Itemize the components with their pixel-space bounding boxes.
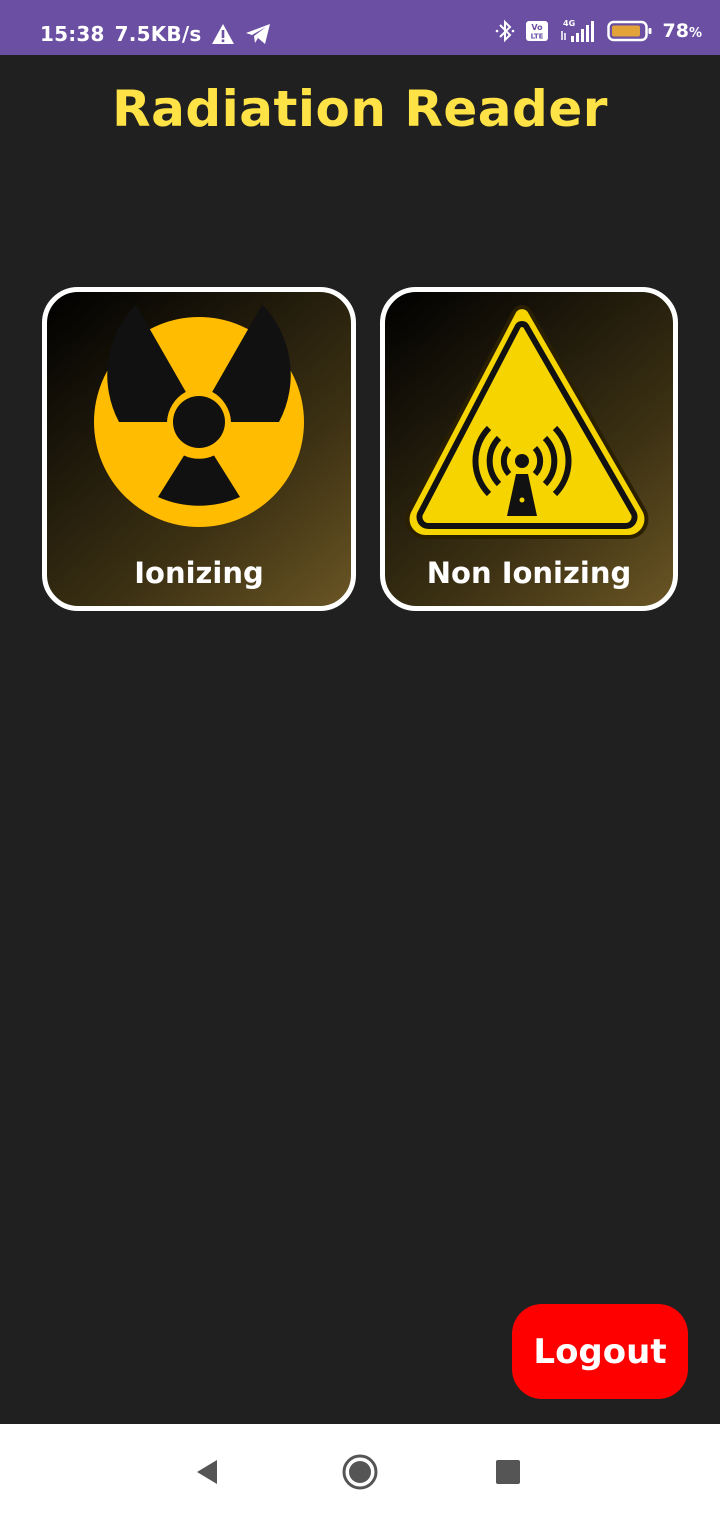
signal-icon: 4G [559, 18, 597, 44]
battery-icon [606, 19, 653, 43]
svg-text:LTE: LTE [530, 33, 543, 41]
navigation-bar [0, 1424, 720, 1520]
home-icon[interactable] [320, 1424, 400, 1520]
ionizing-label: Ionizing [134, 556, 264, 590]
ionizing-card[interactable]: Ionizing [42, 287, 356, 611]
network-type: 4G [563, 19, 575, 28]
bluetooth-icon [495, 19, 515, 43]
recents-icon[interactable] [468, 1424, 548, 1520]
back-icon[interactable] [168, 1424, 248, 1520]
status-bar: 15:38 7.5KB/s Vo LTE 4G 78% [0, 0, 720, 55]
status-net-speed: 7.5KB/s [114, 22, 202, 46]
status-time: 15:38 [40, 22, 105, 46]
battery-percent: 78% [662, 20, 702, 42]
status-left: 15:38 7.5KB/s [40, 22, 271, 46]
non-ionizing-card[interactable]: Non Ionizing [380, 287, 678, 611]
warning-icon [211, 23, 235, 45]
svg-text:Vo: Vo [531, 23, 543, 32]
app-title: Radiation Reader [112, 80, 608, 138]
non-ionizing-label: Non Ionizing [426, 556, 632, 590]
volte-icon: Vo LTE [525, 20, 549, 42]
logout-button[interactable]: Logout [512, 1304, 688, 1399]
telegram-icon [245, 23, 271, 45]
status-right: Vo LTE 4G 78% [495, 18, 702, 44]
